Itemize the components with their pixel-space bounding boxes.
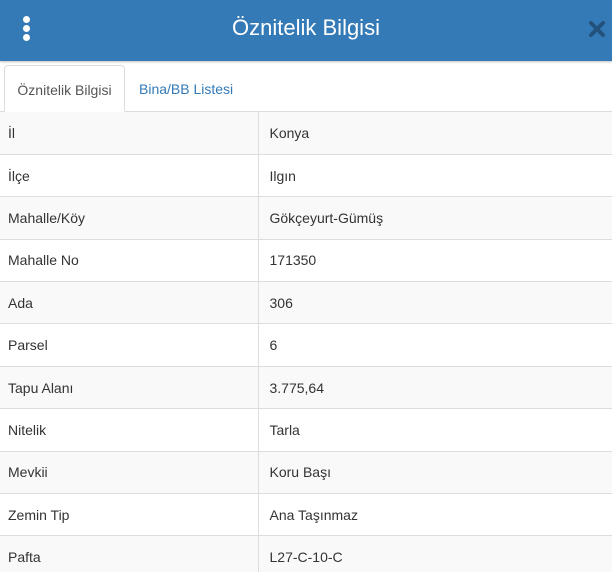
row-value: Koru Başı xyxy=(258,450,612,494)
row-key: Mevkii xyxy=(0,450,259,494)
tab-building-list[interactable]: Bina/BB Listesi xyxy=(129,65,243,112)
table-row: İlçe Ilgın xyxy=(0,153,612,197)
table-row: Mevkii Koru Başı xyxy=(0,450,612,494)
row-key: Ada xyxy=(0,281,259,324)
row-key: Parsel xyxy=(0,323,259,367)
row-value: L27-C-10-C xyxy=(258,535,612,572)
table-row: Tapu Alanı 3.775,64 xyxy=(0,365,612,409)
attribute-info-panel: Öznitelik Bilgisi Öznitelik Bilgisi Bina… xyxy=(0,0,612,572)
row-key: İlçe xyxy=(0,153,259,197)
row-value: Ana Taşınmaz xyxy=(258,493,612,536)
table-row: Nitelik Tarla xyxy=(0,408,612,452)
row-key: Tapu Alanı xyxy=(0,365,259,409)
row-key: Mahalle/Köy xyxy=(0,196,259,240)
row-value: 6 xyxy=(258,323,612,367)
table-row: Pafta L27-C-10-C xyxy=(0,535,612,572)
row-key: İl xyxy=(0,112,259,155)
row-key: Mahalle No xyxy=(0,238,259,282)
row-value: 171350 xyxy=(258,238,612,282)
row-key: Pafta xyxy=(0,535,259,572)
row-key: Zemin Tip xyxy=(0,493,259,536)
row-value: 3.775,64 xyxy=(258,365,612,409)
row-value: Konya xyxy=(258,112,612,155)
table-row: Mahalle No 171350 xyxy=(0,238,612,282)
table-row: Ada 306 xyxy=(0,281,612,324)
close-icon[interactable] xyxy=(586,18,608,40)
table-row: Parsel 6 xyxy=(0,323,612,367)
tab-attribute-info[interactable]: Öznitelik Bilgisi xyxy=(4,65,125,112)
table-row: İl Konya xyxy=(0,112,612,155)
row-value: Ilgın xyxy=(258,153,612,197)
table-row: Mahalle/Köy Gökçeyurt-Gümüş xyxy=(0,196,612,240)
row-key: Nitelik xyxy=(0,408,259,452)
attribute-table: İl Konya İlçe Ilgın Mahalle/Köy Gökçeyur… xyxy=(0,112,612,572)
panel-header: Öznitelik Bilgisi xyxy=(0,0,612,61)
table-row: Zemin Tip Ana Taşınmaz xyxy=(0,493,612,536)
row-value: Gökçeyurt-Gümüş xyxy=(258,196,612,240)
tab-bar: Öznitelik Bilgisi Bina/BB Listesi xyxy=(0,61,612,112)
row-value: 306 xyxy=(258,281,612,324)
panel-title: Öznitelik Bilgisi xyxy=(232,15,380,40)
row-value: Tarla xyxy=(258,408,612,452)
